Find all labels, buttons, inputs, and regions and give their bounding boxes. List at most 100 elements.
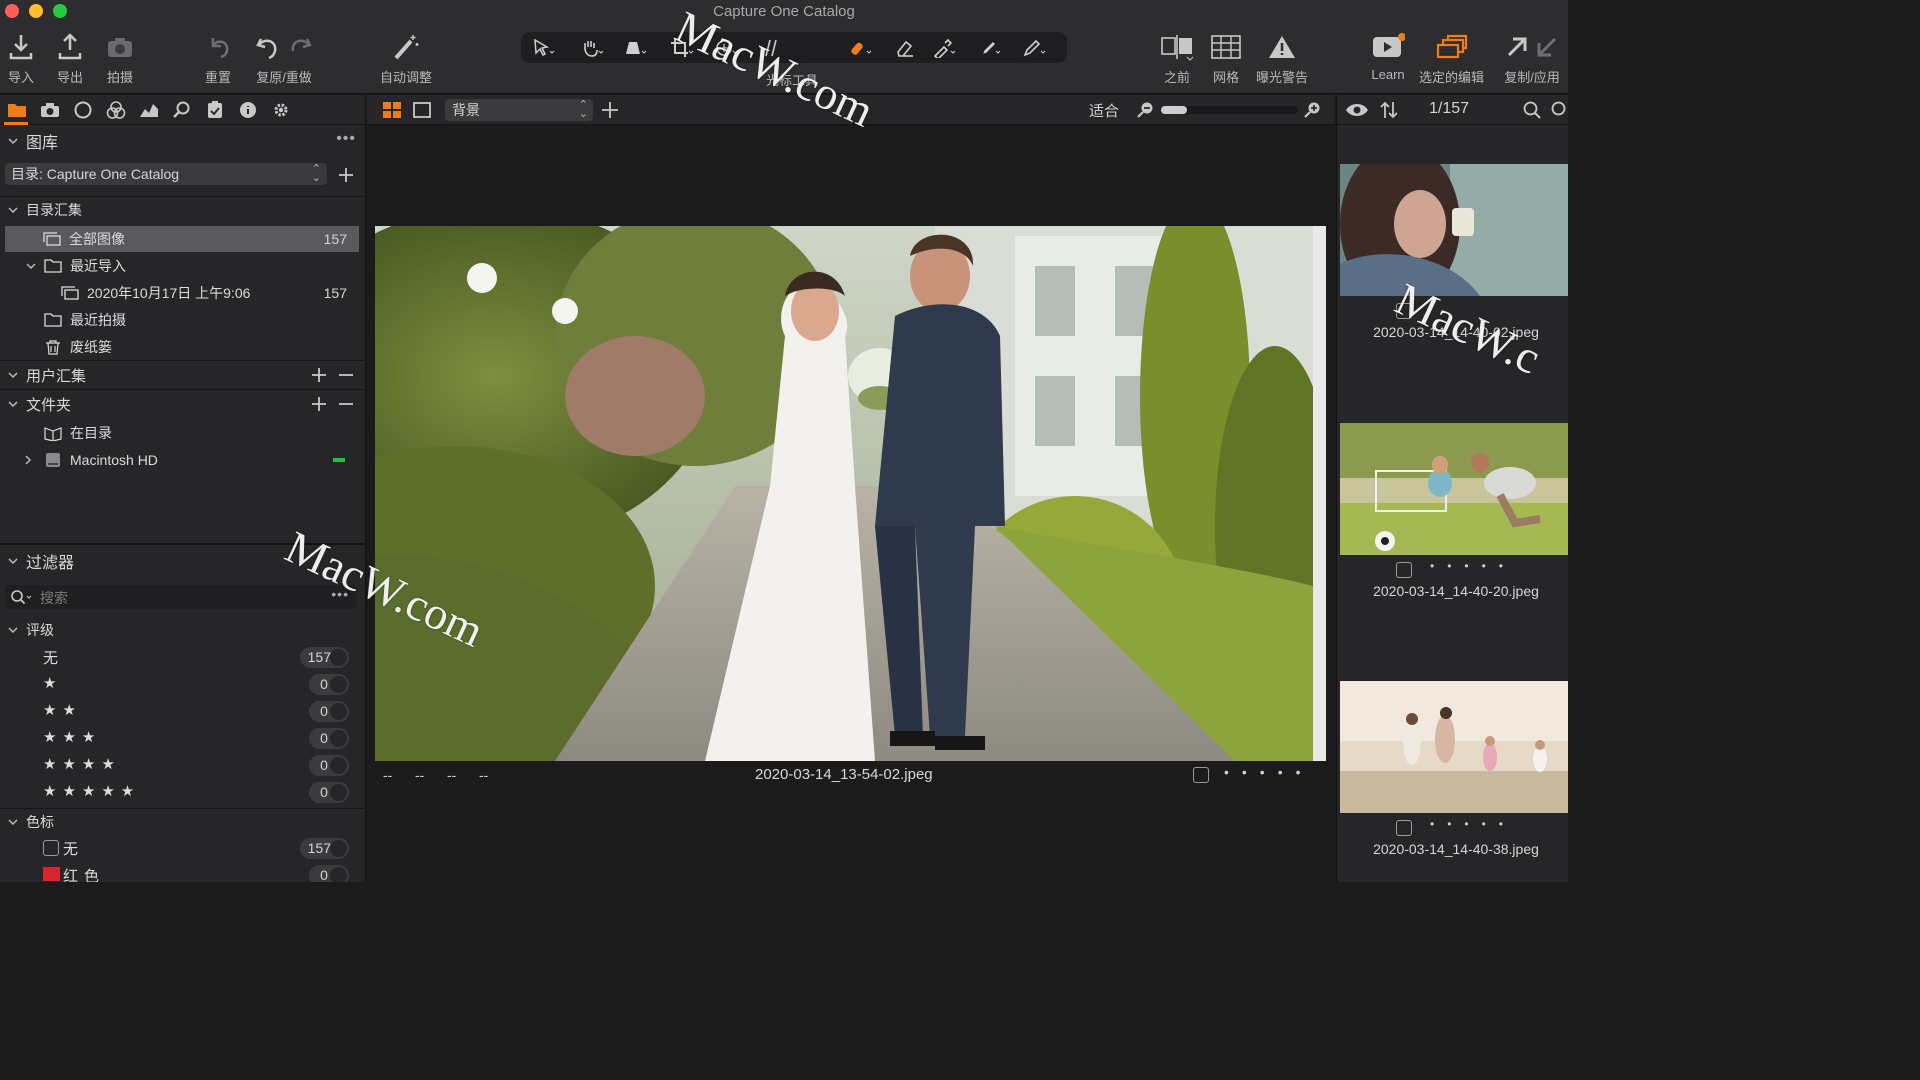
viewer-select-checkbox[interactable] [1193, 767, 1209, 783]
recent-captures-item[interactable]: 最近拍摄 [0, 307, 366, 333]
sort-icon[interactable] [1379, 101, 1399, 119]
rating-filter-row[interactable]: 无 157 [0, 644, 366, 671]
edit-selected-button[interactable]: 选定的编辑 [1419, 30, 1484, 86]
pan-hand-icon[interactable] [579, 37, 605, 59]
export-button[interactable]: 导出 [57, 30, 83, 86]
in-catalog-item[interactable]: 在目录 [0, 420, 366, 446]
healing-brush-icon[interactable] [847, 37, 873, 59]
before-button[interactable]: 之前 [1160, 30, 1194, 86]
background-select[interactable]: 背景 ⌃ ⌄ [445, 99, 593, 121]
count-badge: 0 [309, 755, 349, 776]
chevron-down-icon [8, 558, 18, 565]
viewer-star-rating-dots[interactable]: ••••• [1224, 764, 1314, 780]
recent-imports-item[interactable]: 最近导入 [0, 253, 366, 279]
more-options-icon[interactable]: ••• [336, 130, 356, 148]
keystone-icon[interactable] [622, 37, 648, 59]
color-tab-icon[interactable] [105, 100, 127, 120]
image-counter: 1/157 [1429, 100, 1470, 117]
undo-redo-button[interactable]: 复原/重做 [255, 30, 313, 86]
macintosh-hd-item[interactable]: Macintosh HD [0, 447, 366, 473]
add-plus-icon[interactable] [601, 101, 619, 119]
trash-icon [44, 339, 62, 355]
capture-button[interactable]: 拍摄 [106, 30, 134, 86]
thumbnail-select-checkbox[interactable] [1396, 562, 1412, 578]
multi-view-grid-icon[interactable] [383, 102, 401, 118]
thumbnail-1[interactable] [1340, 164, 1568, 296]
adjustments-tab-icon[interactable] [204, 100, 226, 120]
count-badge: 157 [299, 647, 349, 668]
lens-tab-icon[interactable] [72, 100, 94, 120]
copy-apply-arrows-icon [1503, 30, 1561, 64]
thumbnail-star-rating-dots[interactable]: ••••• [1430, 559, 1516, 573]
rating-filter-row[interactable]: ★★★ 0 [0, 725, 366, 752]
folder-icon [44, 313, 62, 327]
chevron-down-icon [8, 207, 18, 214]
brush-icon[interactable] [976, 37, 1002, 59]
thumbnail-select-checkbox[interactable] [1396, 820, 1412, 836]
tool-tabs [0, 95, 365, 125]
tools-panel: 图库 ••• 目录: Capture One Catalog ⌃ ⌄ 目录汇集 全… [0, 95, 366, 882]
zoom-out-icon[interactable] [1137, 101, 1155, 119]
count-badge: 0 [309, 674, 349, 695]
color-picker-icon[interactable] [931, 37, 957, 59]
exposure-warning-button[interactable]: 曝光警告 [1256, 30, 1308, 86]
catalog-select[interactable]: 目录: Capture One Catalog ⌃ ⌄ [5, 163, 327, 185]
copy-apply-button[interactable]: 复制/应用 [1503, 30, 1561, 86]
undo-redo-icon [255, 30, 313, 64]
color-tag-filter-row[interactable]: 无 157 [0, 835, 366, 862]
no-color-checkbox[interactable] [43, 840, 59, 856]
thumbnail-3[interactable] [1340, 681, 1568, 813]
rating-filter-row[interactable]: ★★ 0 [0, 698, 366, 725]
zoom-slider-thumb[interactable] [1161, 106, 1187, 114]
learn-button[interactable]: Learn [1371, 30, 1405, 82]
settings-gear-icon[interactable] [270, 100, 292, 120]
reset-button[interactable]: 重置 [205, 30, 231, 86]
library-title: 图库 [26, 135, 59, 152]
search-icon[interactable] [1523, 101, 1541, 119]
rating-filter-row[interactable]: ★★★★★ 0 [0, 779, 366, 806]
catalog-collections-header[interactable]: 目录汇集 [0, 197, 366, 223]
trash-item[interactable]: 废纸篓 [0, 334, 366, 360]
thumbnail-2[interactable] [1340, 423, 1568, 555]
grid-button[interactable]: 网格 [1211, 30, 1241, 86]
thumbnail-star-rating-dots[interactable]: ••••• [1430, 817, 1516, 831]
capture-tab-icon[interactable] [39, 100, 61, 120]
import-session-item[interactable]: 2020年10月17日 上午9:06 157 [0, 280, 366, 306]
thumbnail-filename: 2020-03-14_14-40-20.jpeg [1373, 583, 1539, 599]
zoom-fit-label[interactable]: 适合 [1089, 100, 1119, 121]
exposure-tab-icon[interactable] [138, 100, 160, 120]
library-tab-icon[interactable] [6, 100, 28, 120]
rating-filter-row[interactable]: ★ 0 [0, 671, 366, 698]
eraser-icon[interactable] [893, 37, 919, 59]
warning-icon [1268, 30, 1296, 64]
camera-icon [106, 30, 134, 64]
rating-filter-row[interactable]: ★★★★ 0 [0, 752, 366, 779]
eye-icon[interactable] [1345, 102, 1369, 118]
details-tab-icon[interactable] [171, 100, 193, 120]
metadata-tab-icon[interactable] [237, 100, 259, 120]
filter-search-input[interactable]: 搜索 ••• [5, 585, 357, 609]
remove-folder-minus-icon[interactable] [337, 395, 355, 413]
count-badge: 0 [309, 701, 349, 722]
chevron-down-icon [8, 627, 18, 634]
add-folder-plus-icon[interactable] [310, 395, 328, 413]
select-cursor-icon[interactable] [531, 37, 557, 59]
zoom-in-icon[interactable] [1304, 101, 1322, 119]
color-tag-filter-row[interactable]: 红色 0 [0, 862, 366, 882]
import-button[interactable]: 导入 [8, 30, 34, 86]
search-icon[interactable] [1551, 101, 1569, 119]
single-view-icon[interactable] [413, 102, 431, 118]
rating-header[interactable]: 评级 [0, 617, 366, 643]
auto-adjust-button[interactable]: 自动调整 [380, 30, 432, 86]
search-icon [11, 590, 32, 605]
add-collection-plus-icon[interactable] [310, 366, 328, 384]
add-catalog-plus-icon[interactable] [337, 166, 355, 184]
library-section-header[interactable]: 图库 ••• [0, 127, 366, 155]
remove-collection-minus-icon[interactable] [337, 366, 355, 384]
viewer-filename: 2020-03-14_13-54-02.jpeg [755, 766, 933, 783]
main-photo-wedding-couple[interactable] [375, 226, 1313, 761]
annotation-pen-icon[interactable] [1021, 37, 1047, 59]
all-images-item[interactable]: 全部图像 157 [5, 226, 359, 252]
color-tag-header[interactable]: 色标 [0, 809, 366, 835]
chevron-down-icon [8, 819, 18, 826]
